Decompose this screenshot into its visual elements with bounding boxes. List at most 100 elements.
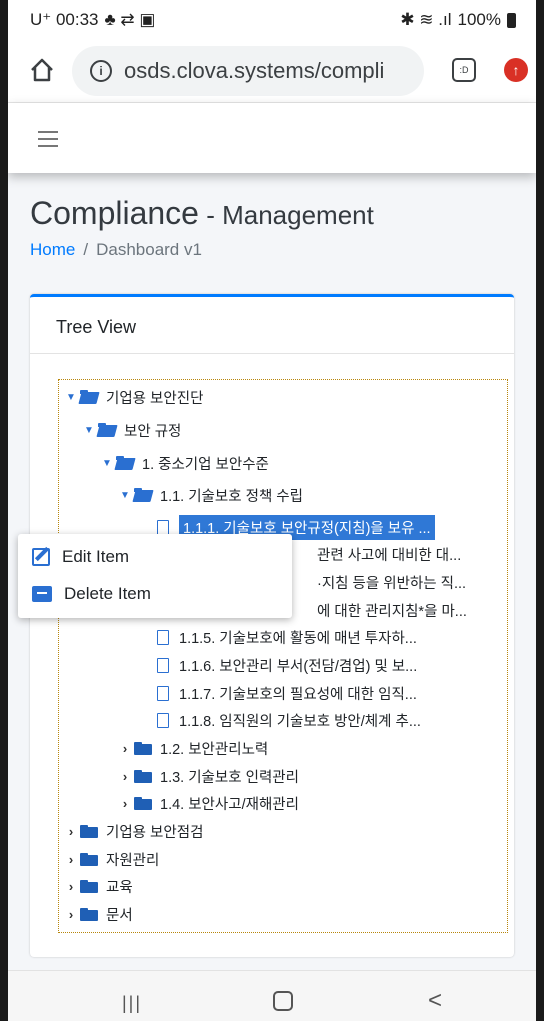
tree-node[interactable]: ▼ 기업용 보안진단 xyxy=(65,385,203,409)
tree-node[interactable]: › 문서 xyxy=(65,902,133,926)
tree-node-label[interactable]: 1.1.7. 기술보호의 필요성에 대한 임직... xyxy=(179,683,417,704)
tree-node[interactable]: › 기업용 보안점검 xyxy=(65,819,204,843)
card-title: Tree View xyxy=(56,317,137,337)
update-icon[interactable]: ↑ xyxy=(504,58,528,82)
caret-right-icon[interactable]: › xyxy=(119,741,131,756)
tree-node-label[interactable]: 관련 사고에 대비한 대... xyxy=(317,544,461,565)
tree-node[interactable]: 1.1.8. 임직원의 기술보호 방안/체계 추... xyxy=(157,708,421,732)
tree-node[interactable]: 1.1.6. 보안관리 부서(전담/겸업) 및 보... xyxy=(157,653,417,677)
tree-node[interactable]: › 교육 xyxy=(65,874,133,898)
caret-down-icon[interactable]: ▼ xyxy=(65,392,77,403)
tree-node[interactable]: ▼ 보안 규정 xyxy=(83,418,181,442)
breadcrumb-home-link[interactable]: Home xyxy=(30,240,75,259)
tree-node[interactable]: › 1.2. 보안관리노력 xyxy=(119,736,268,760)
tree-node-label[interactable]: 1.1.5. 기술보호에 활동에 매년 투자하... xyxy=(179,627,417,648)
tree-node-label[interactable]: 1.4. 보안사고/재해관리 xyxy=(160,793,299,814)
caret-down-icon[interactable]: ▼ xyxy=(83,425,95,436)
tree-node-label[interactable]: 1.1.8. 임직원의 기술보호 방안/체계 추... xyxy=(179,710,421,731)
folder-open-icon xyxy=(80,390,100,404)
page-title-main: Compliance xyxy=(30,195,199,231)
tree-node-label[interactable]: 보안 규정 xyxy=(124,420,181,441)
folder-icon xyxy=(80,907,100,921)
notification-icons: ♣ ⇄ ▣ xyxy=(104,10,156,29)
folder-icon xyxy=(80,879,100,893)
menu-icon[interactable] xyxy=(38,131,58,152)
delete-folder-icon xyxy=(32,586,52,602)
device-frame-right xyxy=(536,0,544,1021)
battery-percent: 100% xyxy=(457,10,501,29)
folder-open-icon xyxy=(98,423,118,437)
system-nav-bar: ||| < xyxy=(8,970,536,1021)
page-title-sub: Management xyxy=(222,200,374,230)
tree-node-label[interactable]: 기업용 보안진단 xyxy=(106,387,203,408)
delete-item-label[interactable]: Delete Item xyxy=(64,584,151,604)
app-navbar xyxy=(8,103,536,173)
caret-right-icon[interactable]: › xyxy=(65,852,77,867)
caret-right-icon[interactable]: › xyxy=(65,879,77,894)
context-menu: Edit Item Delete Item xyxy=(18,534,292,618)
back-button[interactable]: < xyxy=(428,987,442,1015)
tree-node-label[interactable]: 기업용 보안점검 xyxy=(106,821,203,842)
breadcrumb-separator: / xyxy=(83,240,89,259)
device-frame-left xyxy=(0,0,8,1021)
delete-item-menu-item[interactable]: Delete Item xyxy=(32,579,151,609)
tree-node-label[interactable]: 문서 xyxy=(106,904,133,925)
edit-item-menu-item[interactable]: Edit Item xyxy=(32,542,129,572)
tree-node-label[interactable]: 1. 중소기업 보안수준 xyxy=(142,453,269,474)
recents-button[interactable]: ||| xyxy=(122,993,142,1014)
tree-node[interactable]: › 1.4. 보안사고/재해관리 xyxy=(119,791,299,815)
caret-down-icon[interactable]: ▼ xyxy=(101,458,113,469)
tree-node[interactable]: › 자원관리 xyxy=(65,847,160,871)
connectivity-icons: ✱ ≋ .ıl xyxy=(400,10,452,29)
tree-node-label[interactable]: 1.1. 기술보호 정책 수립 xyxy=(160,485,303,506)
tree-node[interactable]: ▼ 1.1. 기술보호 정책 수립 xyxy=(119,483,303,507)
edit-icon xyxy=(32,548,50,566)
caret-right-icon[interactable]: › xyxy=(119,796,131,811)
file-icon xyxy=(157,712,169,728)
folder-open-icon xyxy=(134,488,154,502)
info-icon[interactable]: i xyxy=(90,60,112,82)
tree-node-label[interactable]: 1.1.6. 보안관리 부서(전담/겸업) 및 보... xyxy=(179,655,417,676)
home-icon[interactable] xyxy=(28,56,56,84)
tree-node[interactable]: 에 대한 관리지침*을 마... xyxy=(317,598,467,622)
page-title-sep: - xyxy=(198,200,223,230)
tree-node-label[interactable]: 1.2. 보안관리노력 xyxy=(160,738,268,759)
status-right: ✱ ≋ .ıl 100% xyxy=(400,10,516,30)
status-left: U⁺ 00:33 ♣ ⇄ ▣ xyxy=(30,10,155,30)
edit-item-label[interactable]: Edit Item xyxy=(62,547,129,567)
caret-right-icon[interactable]: › xyxy=(119,769,131,784)
tree-node-label[interactable]: 교육 xyxy=(106,876,133,897)
file-icon xyxy=(157,519,169,535)
battery-icon xyxy=(507,12,516,28)
phone-screen: U⁺ 00:33 ♣ ⇄ ▣ ✱ ≋ .ıl 100% i osds.clova… xyxy=(8,0,536,1021)
tree-view-card: Tree View ▼ 기업용 보안진단 ▼ 보안 규정 ▼ 1. 중소기업 보… xyxy=(30,294,514,957)
caret-right-icon[interactable]: › xyxy=(65,907,77,922)
home-button[interactable] xyxy=(273,991,293,1011)
file-icon xyxy=(157,657,169,673)
tree-node[interactable]: 1.1.7. 기술보호의 필요성에 대한 임직... xyxy=(157,681,417,705)
folder-icon xyxy=(80,852,100,866)
tree-node[interactable]: 관련 사고에 대비한 대... xyxy=(317,542,461,566)
tree-node[interactable]: › 1.3. 기술보호 인력관리 xyxy=(119,764,299,788)
tree-node-label[interactable]: 1.3. 기술보호 인력관리 xyxy=(160,766,299,787)
caret-down-icon[interactable]: ▼ xyxy=(119,490,131,501)
breadcrumb: Home / Dashboard v1 xyxy=(30,240,202,260)
tree-node[interactable]: ·지침 등을 위반하는 직... xyxy=(317,570,466,594)
tree-node[interactable]: ▼ 1. 중소기업 보안수준 xyxy=(101,451,269,475)
carrier-time: U⁺ 00:33 xyxy=(30,10,99,29)
tree-node-label[interactable]: 에 대한 관리지침*을 마... xyxy=(317,600,467,621)
tree-node[interactable]: 1.1.5. 기술보호에 활동에 매년 투자하... xyxy=(157,625,417,649)
folder-open-icon xyxy=(116,456,136,470)
tree-container: ▼ 기업용 보안진단 ▼ 보안 규정 ▼ 1. 중소기업 보안수준 ▼ 1.1.… xyxy=(58,379,508,933)
tree-node-label[interactable]: ·지침 등을 위반하는 직... xyxy=(317,572,466,593)
folder-icon xyxy=(134,769,154,783)
caret-right-icon[interactable]: › xyxy=(65,824,77,839)
address-bar[interactable]: i osds.clova.systems/compli xyxy=(72,46,424,96)
breadcrumb-current: Dashboard v1 xyxy=(96,240,202,259)
page-title: Compliance - Management xyxy=(30,195,374,232)
tree-node-label[interactable]: 자원관리 xyxy=(106,849,159,870)
url-text[interactable]: osds.clova.systems/compli xyxy=(124,58,420,84)
card-divider xyxy=(30,353,514,354)
tab-switcher-button[interactable]: :D xyxy=(452,58,476,82)
status-bar: U⁺ 00:33 ♣ ⇄ ▣ ✱ ≋ .ıl 100% xyxy=(8,0,536,40)
